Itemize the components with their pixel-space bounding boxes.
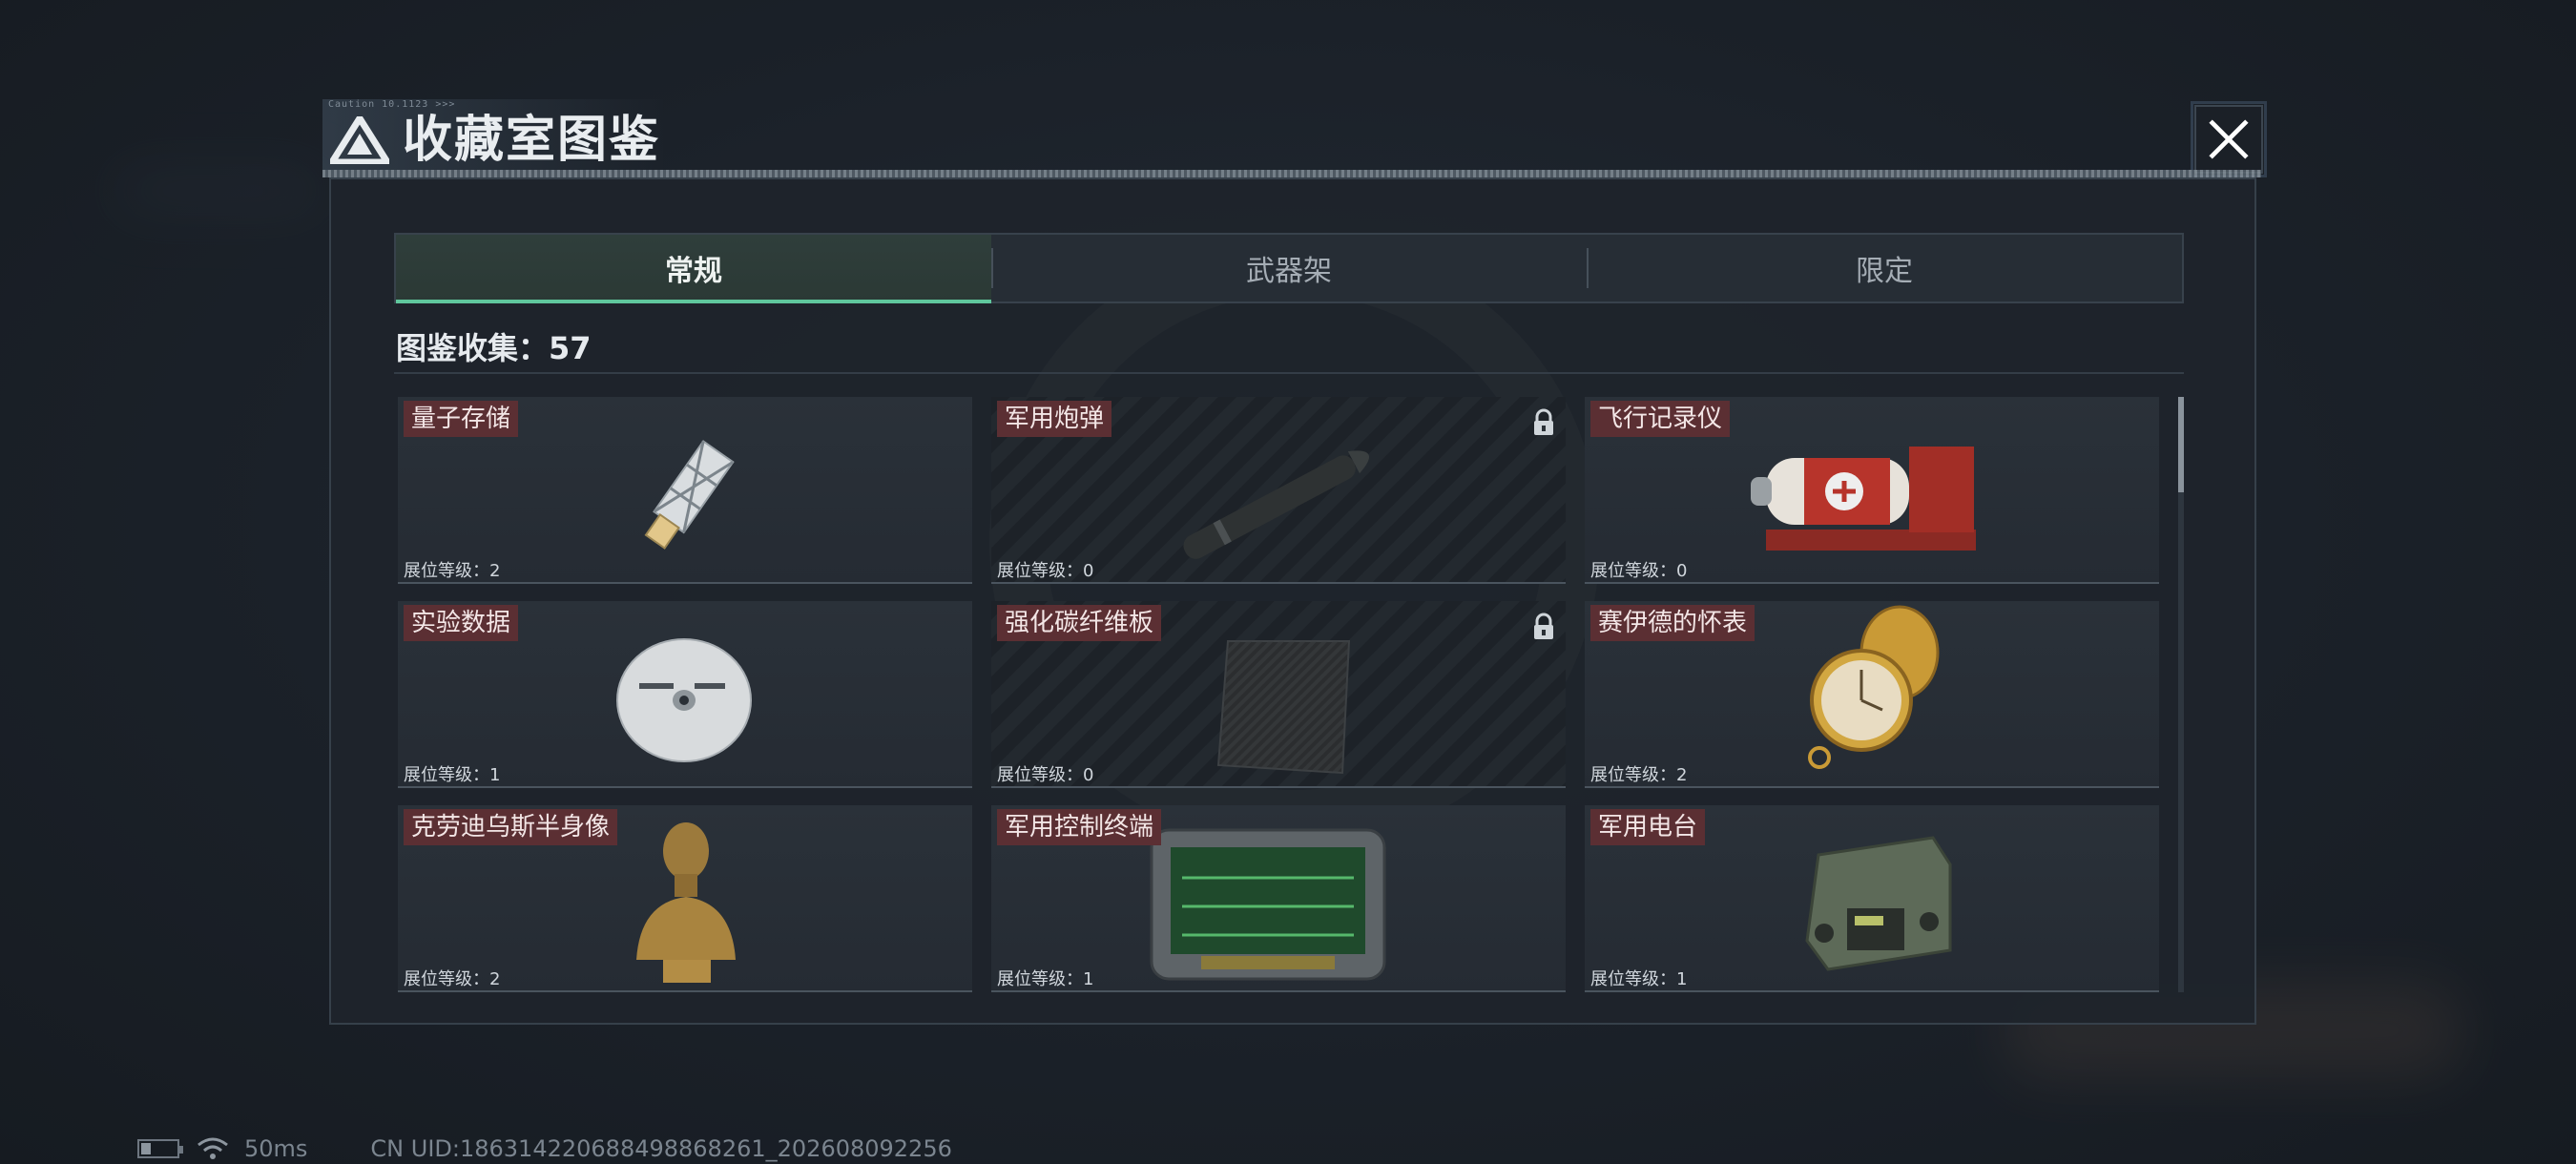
- flight-recorder-icon: [1751, 447, 1976, 551]
- status-bar: 50ms CN UID:18631422068849886826​1_20260…: [137, 1135, 952, 1162]
- item-level: 展位等级：0: [1590, 561, 1688, 581]
- collection-panel: 常规 武器架 限定 图鉴收集：57 量子存储 展位等级：2 军用炮弹 展位等级：…: [329, 177, 2256, 1025]
- artillery-shell-icon: [1183, 450, 1369, 559]
- usb-drive-icon: [644, 440, 735, 550]
- tab-weapon-rack[interactable]: 武器架: [991, 235, 1587, 301]
- item-level: 展位等级：1: [997, 969, 1094, 989]
- item-card-pocket-watch[interactable]: 赛伊德的怀表 展位等级：2: [1585, 601, 2159, 788]
- header-divider: [322, 170, 2261, 177]
- control-terminal-icon: [1150, 828, 1386, 981]
- tab-limited[interactable]: 限定: [1587, 235, 2182, 301]
- item-name: 军用电台: [1590, 809, 1706, 845]
- background-glow: [114, 172, 324, 210]
- item-card-carbon-plate[interactable]: 强化碳纤维板 展位等级：0: [991, 601, 1566, 788]
- page-title: 收藏室图鉴: [403, 112, 661, 169]
- item-level: 展位等级：2: [1590, 765, 1688, 785]
- bust-icon: [636, 822, 736, 983]
- item-name: 军用炮弹: [997, 401, 1112, 437]
- divider: [394, 372, 2184, 374]
- item-card-military-radio[interactable]: 军用电台 展位等级：1: [1585, 805, 2159, 992]
- wifi-icon: [197, 1137, 228, 1159]
- item-card-control-terminal[interactable]: 军用控制终端 展位等级：1: [991, 805, 1566, 992]
- scroll-thumb[interactable]: [2178, 397, 2184, 492]
- uid-readout: CN UID:18631422068849886826​1_2026080922…: [370, 1135, 952, 1162]
- item-name: 量子存储: [404, 401, 519, 437]
- item-level: 展位等级：2: [404, 561, 501, 581]
- item-grid: 量子存储 展位等级：2 军用炮弹 展位等级：0 飞行记录仪 展位等级：0 实验数…: [398, 397, 2163, 992]
- lock-icon: [1534, 408, 1553, 435]
- item-name: 赛伊德的怀表: [1590, 605, 1755, 641]
- item-level: 展位等级：0: [997, 561, 1094, 581]
- item-card-quantum-storage[interactable]: 量子存储 展位等级：2: [398, 397, 972, 584]
- title-chip: Caution 10.1123 >>> 收藏室图鉴: [322, 99, 666, 170]
- triangle-logo-icon: [330, 116, 389, 164]
- battery-icon: [137, 1139, 183, 1158]
- item-level: 展位等级：1: [1590, 969, 1688, 989]
- item-level: 展位等级：1: [404, 765, 501, 785]
- item-name: 军用控制终端: [997, 809, 1162, 845]
- disc-icon: [616, 638, 752, 762]
- category-tabs: 常规 武器架 限定: [394, 233, 2184, 303]
- item-level: 展位等级：0: [997, 765, 1094, 785]
- item-level: 展位等级：2: [404, 969, 501, 989]
- close-icon: [2209, 119, 2249, 159]
- item-card-claudius-bust[interactable]: 克劳迪乌斯半身像 展位等级：2: [398, 805, 972, 992]
- carbon-plate-icon: [1216, 640, 1351, 775]
- item-card-experiment-data[interactable]: 实验数据 展位等级：1: [398, 601, 972, 788]
- military-radio-icon: [1805, 836, 1952, 971]
- tab-general[interactable]: 常规: [396, 235, 991, 303]
- close-button[interactable]: [2191, 101, 2267, 177]
- item-name: 强化碳纤维板: [997, 605, 1162, 641]
- grid-scrollbar[interactable]: [2178, 397, 2184, 992]
- dialog-header: Caution 10.1123 >>> 收藏室图鉴: [322, 95, 2267, 177]
- item-card-flight-recorder[interactable]: 飞行记录仪 展位等级：0: [1585, 397, 2159, 584]
- item-card-military-shell[interactable]: 军用炮弹 展位等级：0: [991, 397, 1566, 584]
- item-grid-viewport[interactable]: 量子存储 展位等级：2 军用炮弹 展位等级：0 飞行记录仪 展位等级：0 实验数…: [398, 397, 2163, 992]
- lock-icon: [1534, 613, 1553, 639]
- item-name: 飞行记录仪: [1590, 401, 1731, 437]
- collection-count: 图鉴收集：57: [396, 330, 592, 366]
- ping-readout: 50ms: [244, 1135, 308, 1162]
- item-name: 克劳迪乌斯半身像: [404, 809, 618, 845]
- pocket-watch-icon: [1808, 605, 1940, 769]
- item-name: 实验数据: [404, 605, 519, 641]
